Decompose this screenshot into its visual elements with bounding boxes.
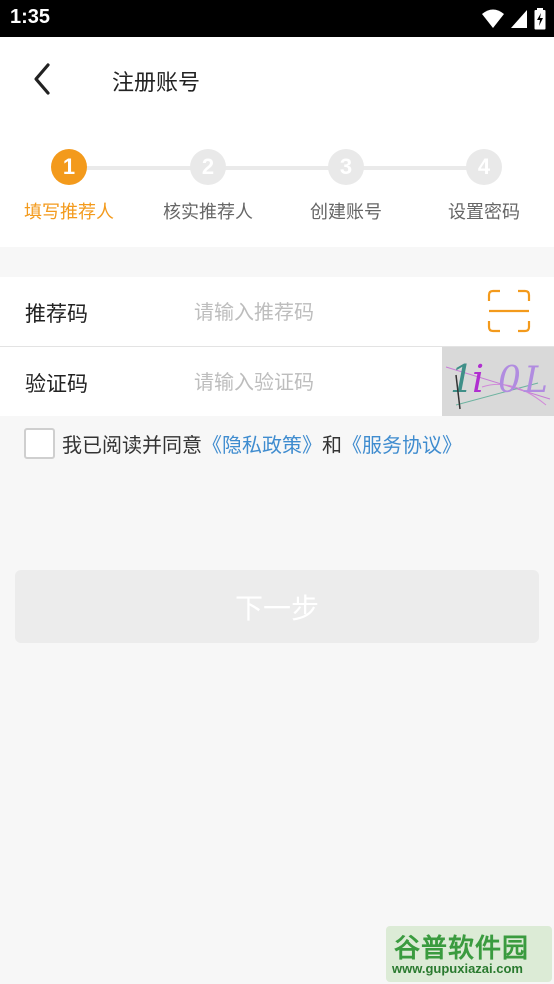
svg-text:1: 1 xyxy=(450,357,474,401)
step-4: 4 设置密码 xyxy=(414,149,554,224)
step-3-label: 创建账号 xyxy=(310,202,382,223)
referral-code-row: 推荐码 xyxy=(0,277,554,346)
page-title: 注册账号 xyxy=(112,71,201,96)
battery-icon xyxy=(534,8,546,30)
privacy-policy-link[interactable]: 《隐私政策》 xyxy=(202,429,322,458)
svg-text:0: 0 xyxy=(498,360,521,401)
captcha-input[interactable] xyxy=(194,366,434,398)
agreement-row: 我已阅读并同意 《隐私政策》 和 《服务协议》 xyxy=(24,428,462,459)
watermark-title: 谷普软件园 xyxy=(394,934,530,964)
captcha-image[interactable]: 1 i 0 L xyxy=(442,347,554,416)
next-step-button[interactable]: 下一步 xyxy=(15,570,539,643)
status-icons xyxy=(482,8,546,30)
referral-code-input[interactable] xyxy=(194,296,434,328)
agreement-prefix: 我已阅读并同意 xyxy=(62,433,202,457)
referral-code-label: 推荐码 xyxy=(25,302,88,326)
step-3: 3 创建账号 xyxy=(276,149,416,224)
watermark-url: www.gupuxiazai.com xyxy=(392,961,523,976)
step-2-label: 核实推荐人 xyxy=(163,202,253,223)
back-button[interactable] xyxy=(22,59,62,99)
step-progress: 1 填写推荐人 2 核实推荐人 3 创建账号 4 设置密码 xyxy=(0,125,554,247)
captcha-graphic: 1 i 0 L xyxy=(442,347,554,416)
cellular-signal-icon xyxy=(511,10,527,28)
svg-text:i: i xyxy=(472,357,484,401)
step-4-label: 设置密码 xyxy=(448,202,520,223)
step-1: 1 填写推荐人 xyxy=(0,149,139,224)
svg-text:L: L xyxy=(523,360,548,401)
wifi-icon xyxy=(482,9,504,28)
service-agreement-link[interactable]: 《服务协议》 xyxy=(342,429,462,458)
step-4-number: 4 xyxy=(466,149,502,185)
captcha-row: 验证码 1 i 0 L xyxy=(0,347,554,416)
scan-icon xyxy=(487,289,531,333)
step-2-number: 2 xyxy=(190,149,226,185)
captcha-label: 验证码 xyxy=(25,372,88,396)
step-1-label: 填写推荐人 xyxy=(24,202,114,223)
status-time: 1:35 xyxy=(10,6,51,28)
site-watermark: 谷普软件园 www.gupuxiazai.com xyxy=(386,926,552,982)
agreement-checkbox[interactable] xyxy=(24,428,55,459)
app-header: 注册账号 xyxy=(0,37,554,125)
step-3-number: 3 xyxy=(328,149,364,185)
back-arrow-icon xyxy=(34,63,50,95)
scan-button[interactable] xyxy=(487,289,531,333)
step-1-number: 1 xyxy=(51,149,87,185)
step-2: 2 核实推荐人 xyxy=(138,149,278,224)
status-bar: 1:35 xyxy=(0,0,554,37)
agreement-conjunction: 和 xyxy=(322,433,342,457)
